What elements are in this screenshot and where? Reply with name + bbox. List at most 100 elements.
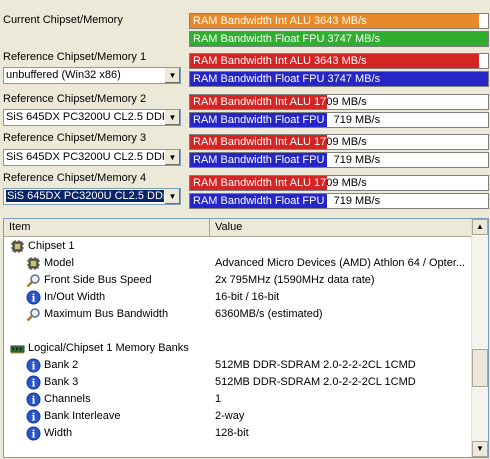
ref2-float-bar: RAM Bandwidth Float FPU 1719 MB/s (189, 112, 489, 128)
item-value: 16-bit / 16-bit (215, 291, 280, 303)
item-value: 2x 795MHz (1590MHz data rate) (215, 274, 375, 286)
item-value: 6360MB/s (estimated) (215, 308, 323, 320)
item-value: 2-way (215, 410, 245, 422)
bar-label-part: 719 MB/s (333, 114, 381, 126)
magnifier-icon (26, 307, 41, 322)
item-name: Bank Interleave (44, 410, 121, 422)
list-item[interactable]: i In/Out Width 16-bit / 16-bit (4, 289, 472, 306)
list-item[interactable]: Chipset 1 (4, 238, 472, 255)
memory-icon (10, 341, 25, 356)
reference-4-combo[interactable]: SiS 645DX PC3200U CL2.5 DDR ( ▼ (3, 188, 181, 205)
current-int-bar: RAM Bandwidth Int ALU 3643 MB/s (189, 13, 489, 29)
list-item[interactable]: i Width 128-bit (4, 425, 472, 442)
item-name: Width (44, 427, 73, 439)
bar-label-part: RAM Bandwidth Int ALU 17 (193, 136, 327, 148)
combo-value: SiS 645DX PC3200U CL2.5 DDR ( (6, 151, 177, 163)
ref4-int-bar: RAM Bandwidth Int ALU 1709 MB/s (189, 175, 489, 191)
svg-text:i: i (32, 294, 36, 305)
bar-label-part: 719 MB/s (333, 154, 381, 166)
bar-label-part: 719 MB/s (333, 195, 381, 207)
item-value: 1 (215, 393, 222, 405)
svg-text:i: i (32, 430, 36, 441)
bar-label-part: RAM Bandwidth Float FPU 1 (193, 154, 334, 166)
combo-value: unbuffered (Win32 x86) (6, 69, 121, 81)
scroll-down-button[interactable]: ▼ (472, 441, 488, 457)
item-name: Chipset 1 (28, 240, 75, 252)
item-name: In/Out Width (44, 291, 106, 303)
bar-label: RAM Bandwidth Float FPU 1719 MB/s (193, 194, 380, 208)
chevron-down-icon[interactable]: ▼ (164, 189, 180, 204)
ref3-float-bar: RAM Bandwidth Float FPU 1719 MB/s (189, 152, 489, 168)
column-header-value[interactable]: Value (210, 219, 474, 236)
chevron-down-icon[interactable]: ▼ (164, 68, 180, 83)
list-item[interactable]: i Bank Interleave 2-way (4, 408, 472, 425)
list-item[interactable]: i Bank 2 512MB DDR-SDRAM 2.0-2-2-2CL 1CMD (4, 357, 472, 374)
item-name: Model (44, 257, 74, 269)
current-float-bar: RAM Bandwidth Float FPU 3747 MB/s (189, 31, 489, 47)
list-item[interactable]: Maximum Bus Bandwidth 6360MB/s (estimated… (4, 306, 472, 323)
column-header-item[interactable]: Item (4, 219, 210, 236)
info-icon: i (26, 375, 41, 390)
bar-label: RAM Bandwidth Float FPU 1719 MB/s (193, 113, 380, 127)
item-name: Maximum Bus Bandwidth (44, 308, 169, 320)
chip-icon (26, 256, 41, 271)
combo-value: SiS 645DX PC3200U CL2.5 DDR ( (6, 111, 177, 123)
list-header: Item Value (4, 219, 474, 237)
svg-text:i: i (32, 413, 36, 424)
bar-label: RAM Bandwidth Int ALU 3643 MB/s (193, 15, 367, 27)
list-item[interactable]: i Channels 1 (4, 391, 472, 408)
item-value: Advanced Micro Devices (AMD) Athlon 64 /… (215, 257, 466, 269)
item-name: Bank 3 (44, 376, 79, 388)
bar-label: RAM Bandwidth Int ALU 1709 MB/s (193, 135, 367, 149)
svg-text:i: i (32, 362, 36, 373)
item-name: Front Side Bus Speed (44, 274, 152, 286)
scroll-thumb[interactable] (472, 349, 488, 387)
bar-label: RAM Bandwidth Float FPU 1719 MB/s (193, 153, 380, 167)
info-icon: i (26, 290, 41, 305)
reference-1-combo[interactable]: unbuffered (Win32 x86) ▼ (3, 67, 181, 84)
ref3-int-bar: RAM Bandwidth Int ALU 1709 MB/s (189, 134, 489, 150)
bar-label: RAM Bandwidth Int ALU 1709 MB/s (193, 176, 367, 190)
info-icon: i (26, 409, 41, 424)
svg-text:i: i (32, 396, 36, 407)
bar-label: RAM Bandwidth Float FPU 3747 MB/s (193, 73, 381, 85)
item-value: 128-bit (215, 427, 249, 439)
list-item[interactable]: i Bank 3 512MB DDR-SDRAM 2.0-2-2-2CL 1CMD (4, 374, 472, 391)
item-value: 512MB DDR-SDRAM 2.0-2-2-2CL 1CMD (215, 359, 416, 371)
list-item[interactable]: Logical/Chipset 1 Memory Banks (4, 340, 472, 357)
chevron-down-icon[interactable]: ▼ (164, 110, 180, 125)
list-item[interactable]: Front Side Bus Speed 2x 795MHz (1590MHz d… (4, 272, 472, 289)
bar-label-part: RAM Bandwidth Int ALU 17 (193, 96, 327, 108)
item-name: Bank 2 (44, 359, 79, 371)
ref2-int-bar: RAM Bandwidth Int ALU 1709 MB/s (189, 94, 489, 110)
item-value: 512MB DDR-SDRAM 2.0-2-2-2CL 1CMD (215, 376, 416, 388)
svg-text:i: i (32, 379, 36, 390)
bar-label: RAM Bandwidth Float FPU 3747 MB/s (193, 33, 381, 45)
magnifier-icon (26, 273, 41, 288)
chip-icon (10, 239, 25, 254)
reference-2-label: Reference Chipset/Memory 2 (3, 93, 147, 105)
item-name: Logical/Chipset 1 Memory Banks (28, 342, 189, 354)
bar-label-part: 09 MB/s (326, 177, 367, 189)
info-list-view[interactable]: Item Value Chipset 1 Model Advanced Micro … (3, 218, 489, 458)
current-chipset-label: Current Chipset/Memory (3, 14, 123, 26)
list-item-blank (4, 323, 472, 340)
vertical-scrollbar[interactable]: ▲ ▼ (471, 219, 488, 457)
bar-label: RAM Bandwidth Int ALU 1709 MB/s (193, 95, 367, 109)
bar-label-part: 09 MB/s (326, 96, 367, 108)
bar-label-part: RAM Bandwidth Float FPU 1 (193, 195, 334, 207)
list-item[interactable]: Model Advanced Micro Devices (AMD) Athlon… (4, 255, 472, 272)
ref1-int-bar: RAM Bandwidth Int ALU 3643 MB/s (189, 53, 489, 69)
ref1-float-bar: RAM Bandwidth Float FPU 3747 MB/s (189, 71, 489, 87)
info-icon: i (26, 426, 41, 441)
bar-label: RAM Bandwidth Int ALU 3643 MB/s (193, 55, 367, 67)
combo-value: SiS 645DX PC3200U CL2.5 DDR ( (6, 190, 179, 202)
info-icon: i (26, 358, 41, 373)
item-name: Channels (44, 393, 91, 405)
scroll-up-button[interactable]: ▲ (472, 219, 488, 235)
reference-3-combo[interactable]: SiS 645DX PC3200U CL2.5 DDR ( ▼ (3, 149, 181, 166)
benchmark-panel: Current Chipset/Memory RAM Bandwidth Int… (0, 0, 490, 214)
reference-2-combo[interactable]: SiS 645DX PC3200U CL2.5 DDR ( ▼ (3, 109, 181, 126)
info-icon: i (26, 392, 41, 407)
chevron-down-icon[interactable]: ▼ (164, 150, 180, 165)
